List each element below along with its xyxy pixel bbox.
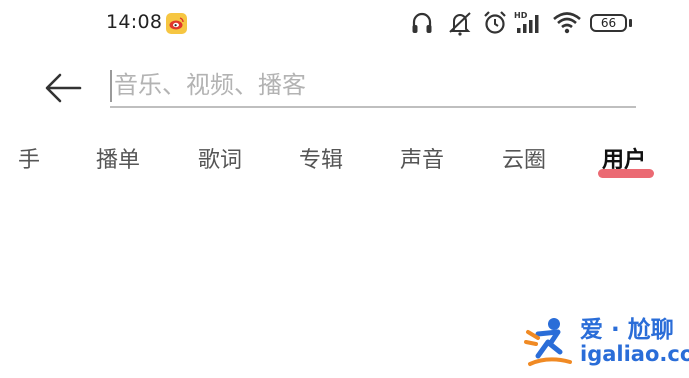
text-caret: [110, 70, 112, 102]
signal-icon: HD: [514, 10, 548, 40]
active-tab-indicator: [598, 169, 654, 178]
search-input[interactable]: [110, 64, 636, 108]
back-arrow-icon[interactable]: [40, 68, 86, 108]
headphones-icon: [410, 10, 434, 40]
status-bar: 14:08 HD 66: [0, 0, 689, 48]
status-time: 14:08: [106, 11, 163, 33]
battery-icon: 66: [590, 14, 627, 32]
alarm-icon: [482, 10, 508, 40]
tab-voice[interactable]: 声音: [400, 142, 444, 174]
battery-tip: [629, 19, 632, 27]
watermark-title: 爱 · 尬聊: [580, 317, 674, 343]
watermark: 爱 · 尬聊 igaliao.com: [524, 308, 689, 372]
tab-circle[interactable]: 云圈: [502, 142, 546, 174]
svg-text:HD: HD: [514, 11, 528, 20]
tab-album[interactable]: 专辑: [299, 142, 343, 174]
tab-lyrics[interactable]: 歌词: [198, 142, 242, 174]
status-icons: HD 66: [410, 10, 645, 38]
search-row: [0, 58, 689, 120]
watermark-logo: [524, 312, 574, 368]
tab-playlist[interactable]: 播单: [96, 142, 140, 174]
tab-song-partial[interactable]: 手: [18, 142, 40, 174]
weibo-icon: [166, 13, 187, 34]
watermark-url: igaliao.com: [580, 342, 689, 366]
mute-icon: [446, 10, 474, 40]
search-category-tabs: 手 播单 歌词 专辑 声音 云圈 用户: [0, 142, 689, 186]
wifi-icon: [552, 10, 584, 40]
